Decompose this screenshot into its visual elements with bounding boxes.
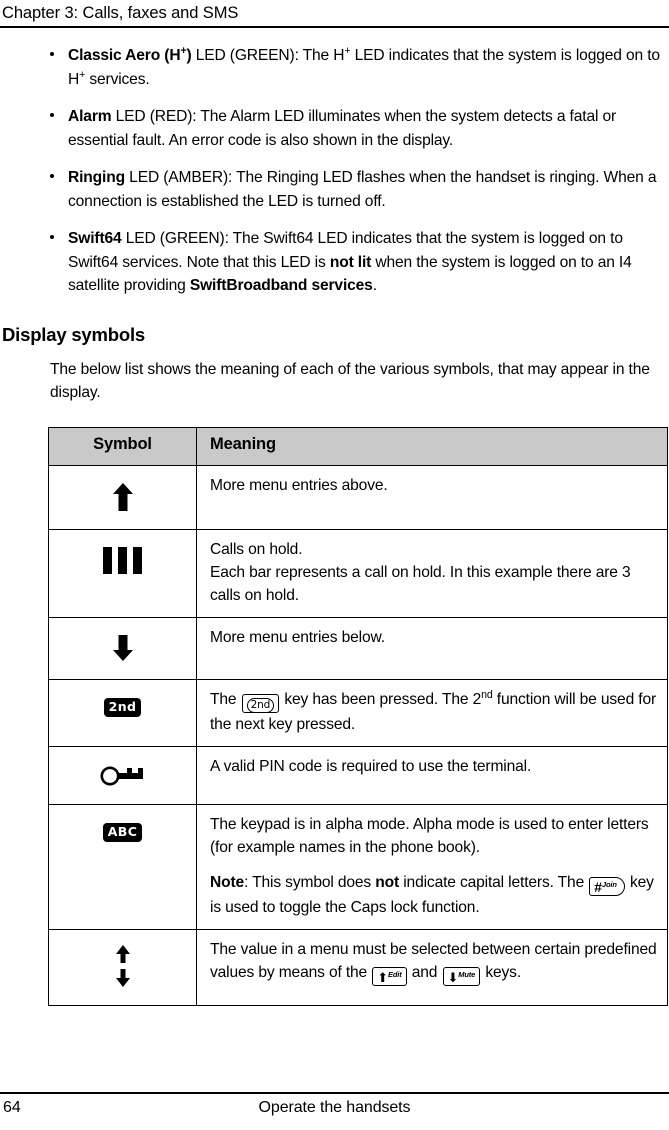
- list-item-term: Swift64: [68, 230, 122, 247]
- header-divider-rule: [0, 26, 669, 28]
- table-header-row: Symbol Meaning: [48, 426, 668, 466]
- meaning-line: More menu entries above.: [210, 476, 388, 494]
- meaning-cell: More menu entries above.: [196, 464, 668, 530]
- table-row: More menu entries above.: [48, 464, 668, 530]
- second-function-keycap-icon: 2nd: [241, 693, 280, 713]
- alpha-mode-chip-icon: ABC: [102, 822, 143, 842]
- meaning-line: Each bar represents a call on hold. In t…: [210, 563, 631, 604]
- symbol-cell: [48, 616, 197, 680]
- keycap-sublabel: Edit: [388, 969, 402, 979]
- three-bars-icon: [100, 546, 145, 574]
- keycap-label: #: [594, 878, 602, 895]
- meaning-line: Note: This symbol does not indicate capi…: [210, 873, 654, 916]
- bullet-dot-icon: [50, 52, 54, 56]
- list-item: Swift64 LED (GREEN): The Swift64 LED ind…: [0, 227, 669, 298]
- meaning-cell: The keypad is in alpha mode. Alpha mode …: [196, 803, 668, 930]
- symbol-cell: 2nd: [48, 678, 197, 747]
- keycap-sublabel: Mute: [458, 969, 476, 979]
- key-icon: [100, 765, 146, 787]
- meaning-cell: The value in a menu must be selected bet…: [196, 928, 668, 1006]
- meaning-line: The value in a menu must be selected bet…: [210, 940, 657, 986]
- list-item: Classic Aero (H+) LED (GREEN): The H+ LE…: [0, 44, 669, 91]
- meaning-cell: The 2nd key has been pressed. The 2nd fu…: [196, 678, 668, 747]
- table-row: 2nd The 2nd key has been pressed. The 2n…: [48, 678, 668, 747]
- meaning-line: The keypad is in alpha mode. Alpha mode …: [210, 815, 649, 856]
- display-symbols-table: Symbol Meaning More menu entries above.: [48, 426, 668, 1006]
- footer-divider-rule: [0, 1092, 669, 1094]
- arrow-up-down-icon: [113, 944, 133, 988]
- keycap-sublabel: Join: [601, 879, 617, 889]
- column-header-meaning: Meaning: [196, 426, 668, 466]
- list-item-term: Alarm: [68, 108, 112, 125]
- arrow-down-icon: [112, 634, 134, 662]
- meaning-cell: Calls on hold. Each bar represents a cal…: [196, 528, 668, 618]
- table-row: Calls on hold. Each bar represents a cal…: [48, 528, 668, 618]
- led-indicator-list: Classic Aero (H+) LED (GREEN): The H+ LE…: [0, 44, 669, 298]
- section-heading: Display symbols: [2, 323, 146, 345]
- bullet-dot-icon: [50, 113, 54, 117]
- keycap-label: 2nd: [246, 697, 275, 713]
- bullet-dot-icon: [50, 174, 54, 178]
- section-intro-text: The below list shows the meaning of each…: [50, 360, 650, 402]
- meaning-line: Calls on hold.: [210, 540, 303, 558]
- column-header-symbol: Symbol: [48, 426, 197, 466]
- bar-segment: [133, 546, 142, 574]
- up-edit-keycap-icon: ⬆Edit: [372, 966, 407, 986]
- list-item: Ringing LED (AMBER): The Ringing LED fla…: [0, 166, 669, 213]
- table-row: The value in a menu must be selected bet…: [48, 928, 668, 1006]
- list-item: Alarm LED (RED): The Alarm LED illuminat…: [0, 105, 669, 152]
- list-item-term: Classic Aero (H+): [68, 44, 192, 64]
- symbol-cell: [48, 745, 197, 805]
- symbol-cell: [48, 528, 197, 618]
- meaning-cell: More menu entries below.: [196, 616, 668, 680]
- bar-segment: [103, 546, 112, 574]
- chapter-title: Chapter 3: Calls, faxes and SMS: [2, 4, 239, 22]
- arrow-up-icon: [112, 482, 134, 512]
- second-function-chip-icon: 2nd: [103, 697, 142, 717]
- page-content: Classic Aero (H+) LED (GREEN): The H+ LE…: [0, 44, 669, 1006]
- table-row: ABC The keypad is in alpha mode. Alpha m…: [48, 803, 668, 930]
- meaning-line: More menu entries below.: [210, 628, 385, 646]
- table-row: More menu entries below.: [48, 616, 668, 680]
- symbol-cell: [48, 464, 197, 530]
- footer-section-title: Operate the handsets: [258, 1099, 411, 1116]
- down-mute-keycap-icon: ⬇Mute: [442, 966, 481, 986]
- table-row: A valid PIN code is required to use the …: [48, 745, 668, 805]
- bar-segment: [118, 546, 127, 574]
- arrow-down-icon: ⬇: [447, 969, 459, 985]
- meaning-line: A valid PIN code is required to use the …: [210, 757, 532, 775]
- arrow-up-icon: ⬆: [377, 969, 388, 985]
- symbol-cell: [48, 928, 197, 1006]
- meaning-line: The 2nd key has been pressed. The 2nd fu…: [210, 688, 657, 733]
- meaning-cell: A valid PIN code is required to use the …: [196, 745, 668, 805]
- symbol-cell: ABC: [48, 803, 197, 930]
- bullet-dot-icon: [50, 235, 54, 239]
- list-item-term: Ringing: [68, 169, 125, 186]
- hash-join-keycap-icon: #Join: [589, 876, 625, 896]
- running-footer: 64 Operate the handsets: [0, 1096, 669, 1126]
- running-header: Chapter 3: Calls, faxes and SMS: [0, 0, 669, 28]
